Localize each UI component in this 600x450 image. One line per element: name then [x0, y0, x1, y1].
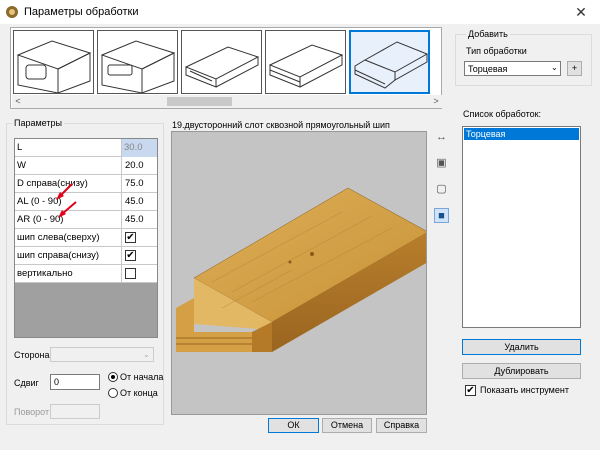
from-end-label: От конца [120, 388, 158, 398]
template-thumb-4[interactable] [265, 30, 346, 94]
param-value-d[interactable]: 75.0 [125, 178, 144, 189]
template-strip: < > [10, 27, 442, 109]
rotate-label: Поворот [14, 407, 50, 417]
scroll-thumb[interactable] [167, 97, 232, 106]
ops-list-title: Список обработок: [463, 109, 542, 119]
box-outline-icon[interactable]: ▢ [434, 182, 449, 197]
board-rabbet-icon [268, 44, 344, 88]
add-button[interactable]: + [567, 61, 582, 76]
param-row-vertical[interactable]: вертикально [15, 265, 157, 283]
red-arrows-icon [56, 183, 77, 218]
help-button[interactable]: Справка [376, 418, 427, 433]
board-tenon-icon [354, 41, 429, 89]
type-select[interactable]: Торцевая ⌄ [464, 61, 561, 76]
delete-button[interactable]: Удалить [462, 339, 581, 355]
param-row-tenon-right[interactable]: шип справа(снизу) ✔ [15, 247, 157, 265]
ops-list[interactable]: Торцевая [462, 126, 581, 328]
from-end-radio[interactable] [108, 388, 118, 398]
param-value-l[interactable]: 30.0 [122, 139, 157, 157]
scroll-left-button[interactable]: < [12, 95, 24, 108]
preview-title: 19.двусторонний слот сквозной прямоуголь… [172, 120, 390, 130]
wood-board-render [176, 187, 429, 352]
side-label: Сторона [14, 350, 50, 360]
shaded-box-icon[interactable]: ■ [434, 208, 449, 223]
shift-input[interactable]: 0 [50, 374, 100, 390]
from-start-radio[interactable] [108, 372, 118, 382]
template-thumb-5[interactable] [349, 30, 430, 94]
param-row-ar[interactable]: AR (0 - 90) 45.0 [15, 211, 157, 229]
window-title: Параметры обработки [24, 6, 139, 18]
shift-label: Сдвиг [14, 378, 39, 388]
param-value-al[interactable]: 45.0 [125, 196, 144, 207]
wireframe-icon[interactable]: ▣ [434, 156, 449, 171]
from-start-label: От начала [120, 372, 164, 382]
scroll-right-button[interactable]: > [430, 95, 442, 108]
show-tool-checkbox[interactable]: ✔ [465, 385, 476, 396]
type-label: Тип обработки [466, 46, 527, 56]
cancel-button[interactable]: Отмена [322, 418, 372, 433]
duplicate-button[interactable]: Дублировать [462, 363, 581, 379]
param-row-tenon-left[interactable]: шип слева(сверху) ✔ [15, 229, 157, 247]
template-thumb-1[interactable] [13, 30, 94, 94]
param-row-w[interactable]: W 20.0 [15, 157, 157, 175]
chevron-down-icon: ⌄ [143, 350, 150, 359]
param-value-ar[interactable]: 45.0 [125, 214, 144, 225]
param-value-w[interactable]: 20.0 [125, 160, 144, 171]
box-slot-icon [100, 40, 176, 94]
param-row-l[interactable]: L 30.0 [15, 139, 157, 157]
app-logo-icon [6, 6, 18, 18]
add-group [455, 34, 592, 86]
title-bar: Параметры обработки ✕ [0, 0, 600, 24]
side-select[interactable]: ⌄ [50, 347, 154, 362]
params-group-title: Параметры [12, 118, 64, 128]
vertical-checkbox[interactable] [125, 268, 136, 279]
param-row-al[interactable]: AL (0 - 90) 45.0 [15, 193, 157, 211]
add-group-title: Добавить [466, 29, 510, 39]
chevron-down-icon: ⌄ [551, 63, 558, 72]
close-button[interactable]: ✕ [566, 2, 596, 22]
preview-viewport[interactable] [171, 131, 429, 415]
ops-list-item[interactable]: Торцевая [464, 128, 579, 140]
tenon-left-checkbox[interactable]: ✔ [125, 232, 136, 243]
rotate-input[interactable] [50, 404, 100, 419]
tenon-right-checkbox[interactable]: ✔ [125, 250, 136, 261]
dimension-icon[interactable]: ↔ [434, 130, 449, 145]
param-row-d[interactable]: D справа(снизу) 75.0 [15, 175, 157, 193]
template-thumb-3[interactable] [181, 30, 262, 94]
ok-button[interactable]: ОК [268, 418, 319, 433]
template-scrollbar[interactable]: < > [12, 95, 442, 108]
board-groove-icon [184, 46, 260, 88]
template-thumb-2[interactable] [97, 30, 178, 94]
params-grid: L 30.0 W 20.0 D справа(снизу) 75.0 AL (0… [14, 138, 158, 338]
show-tool-label: Показать инструмент [480, 385, 569, 395]
box-pocket-icon [16, 40, 92, 94]
